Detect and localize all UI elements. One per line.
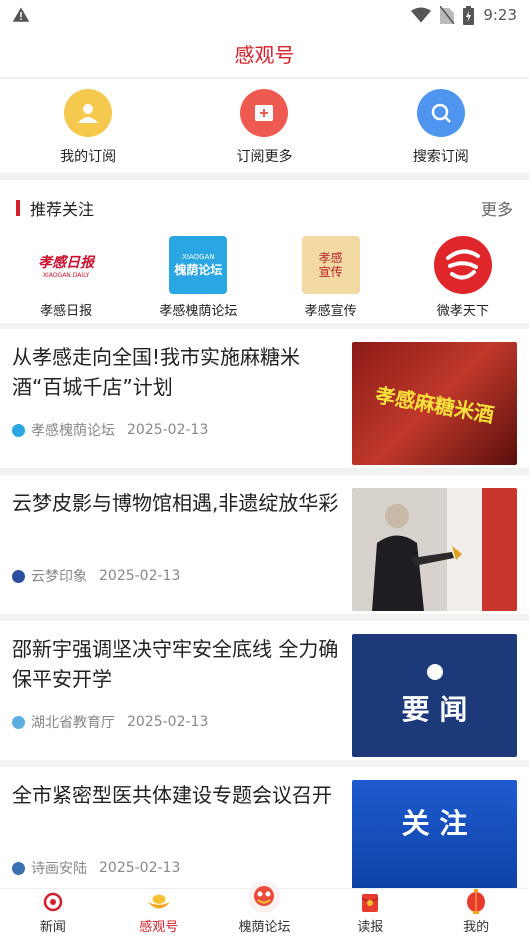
news-item[interactable]: 云梦皮影与博物馆相遇,非遗绽放华彩 云梦印象 2025-02-13 — [0, 475, 529, 614]
search-subscriptions-button[interactable]: 搜索订阅 — [353, 79, 529, 173]
plus-box-icon — [240, 89, 289, 137]
warning-icon — [12, 7, 30, 22]
thumbnail-text: 关 注 — [401, 806, 468, 840]
recommended-label: 孝感日报 — [40, 304, 93, 319]
tab-news[interactable]: 新闻 — [0, 889, 106, 940]
bottom-tab-bar: 新闻 感观号 槐荫论坛 读报 我的 — [0, 881, 529, 940]
news-meta: 云梦印象 2025-02-13 — [12, 566, 180, 586]
news-title: 从孝感走向全国!我市实施麻糖米酒“百城千店”计划 — [12, 345, 301, 399]
news-title: 邵新宇强调坚决守牢安全底线 全力确保平安开学 — [12, 637, 339, 691]
news-meta: 湖北省教育厅 2025-02-13 — [12, 712, 208, 732]
my-subscriptions-button[interactable]: 我的订阅 — [0, 79, 176, 173]
news-item[interactable]: 邵新宇强调坚决守牢安全底线 全力确保平安开学 湖北省教育厅 2025-02-13… — [0, 621, 529, 760]
news-thumbnail: 关 注 — [352, 780, 517, 903]
quick-actions: 我的订阅 订阅更多 搜索订阅 — [0, 79, 529, 173]
tab-label: 读报 — [357, 920, 384, 935]
quick-label: 订阅更多 — [236, 149, 293, 165]
wifi-icon — [411, 7, 432, 23]
no-sim-icon — [440, 6, 455, 24]
quick-label: 我的订阅 — [60, 149, 117, 165]
title-bar: 感观号 — [0, 30, 529, 78]
news-date: 2025-02-13 — [99, 860, 181, 876]
subscribe-more-button[interactable]: 订阅更多 — [176, 79, 352, 173]
logo-text: 孝感日报 — [38, 254, 95, 271]
news-thumbnail: 孝感麻糖米酒 — [352, 342, 517, 465]
news-date: 2025-02-13 — [127, 714, 209, 730]
logo-subtext: XIAOGAN — [182, 252, 215, 261]
news-meta: 孝感槐荫论坛 2025-02-13 — [12, 420, 208, 440]
recommended-item[interactable]: XIAOGAN 槐荫论坛 孝感槐荫论坛 — [132, 236, 264, 319]
wei-xiao-logo — [433, 236, 492, 294]
xiaogan-publicity-logo: 孝感宣传 — [301, 236, 360, 294]
recommended-list: 孝感日报 XIAOGAN DAILY 孝感日报 XIAOGAN 槐荫论坛 孝感槐… — [0, 236, 529, 319]
recommended-item[interactable]: 孝感宣传 孝感宣传 — [265, 236, 397, 319]
lion-head-icon — [247, 880, 281, 914]
tab-label: 槐荫论坛 — [238, 920, 291, 935]
news-meta: 诗画安陆 2025-02-13 — [12, 858, 180, 878]
more-link[interactable]: 更多 — [481, 196, 513, 220]
badge-icon — [426, 663, 443, 680]
section-marker — [16, 200, 20, 216]
recommended-label: 微孝天下 — [436, 304, 489, 319]
page-title: 感观号 — [234, 43, 295, 67]
source-icon — [12, 569, 25, 583]
source-icon — [12, 861, 25, 875]
search-icon — [416, 89, 465, 137]
logo-subtext: XIAOGAN DAILY — [42, 271, 90, 279]
news-title: 云梦皮影与博物馆相遇,非遗绽放华彩 — [12, 491, 339, 515]
thumbnail-text: 孝感麻糖米酒 — [373, 382, 496, 428]
huaiyin-forum-logo: XIAOGAN 槐荫论坛 — [169, 236, 228, 294]
news-source: 云梦印象 — [31, 569, 87, 585]
news-thumbnail — [352, 488, 517, 611]
xiaogan-daily-logo: 孝感日报 XIAOGAN DAILY — [37, 236, 96, 294]
recommended-item[interactable]: 微孝天下 — [397, 236, 529, 319]
tab-huaiyin-forum[interactable]: 槐荫论坛 — [212, 881, 318, 940]
clock: 9:23 — [483, 6, 517, 24]
recommended-label: 孝感宣传 — [304, 304, 357, 319]
user-icon — [64, 89, 113, 137]
tab-label: 感观号 — [139, 920, 179, 935]
recommended-label: 孝感槐荫论坛 — [159, 304, 238, 319]
tab-mine[interactable]: 我的 — [423, 889, 529, 940]
red-envelope-icon — [357, 890, 383, 914]
recommended-section: 推荐关注 更多 孝感日报 XIAOGAN DAILY 孝感日报 XIAOGAN … — [0, 180, 529, 323]
logo-text: 槐荫论坛 — [174, 262, 223, 277]
lantern-icon — [463, 889, 489, 914]
section-title: 推荐关注 — [30, 200, 95, 219]
news-item[interactable]: 从孝感走向全国!我市实施麻糖米酒“百城千店”计划 孝感槐荫论坛 2025-02-… — [0, 329, 529, 468]
ingot-icon — [146, 890, 172, 914]
thumbnail-text: 要 闻 — [401, 692, 468, 726]
battery-charging-icon — [463, 5, 475, 25]
recommended-item[interactable]: 孝感日报 XIAOGAN DAILY 孝感日报 — [0, 236, 132, 319]
news-source: 湖北省教育厅 — [31, 715, 115, 731]
tab-read-newspaper[interactable]: 读报 — [317, 889, 423, 940]
source-icon — [12, 423, 25, 437]
logo-text: 孝感宣传 — [318, 251, 343, 279]
source-icon — [12, 715, 25, 729]
news-date: 2025-02-13 — [127, 422, 209, 438]
news-thumbnail: 要 闻 — [352, 634, 517, 757]
tab-ganguanhao[interactable]: 感观号 — [106, 889, 212, 940]
tab-label: 新闻 — [39, 920, 66, 935]
news-source: 诗画安陆 — [31, 861, 87, 877]
news-source: 孝感槐荫论坛 — [31, 423, 115, 439]
news-date: 2025-02-13 — [99, 568, 181, 584]
recommended-header: 推荐关注 更多 — [0, 180, 529, 236]
tab-label: 我的 — [463, 920, 490, 935]
news-title: 全市紧密型医共体建设专题会议召开 — [12, 783, 332, 807]
quick-label: 搜索订阅 — [412, 149, 469, 165]
news-icon — [40, 890, 66, 914]
status-bar: 9:23 — [0, 0, 529, 30]
